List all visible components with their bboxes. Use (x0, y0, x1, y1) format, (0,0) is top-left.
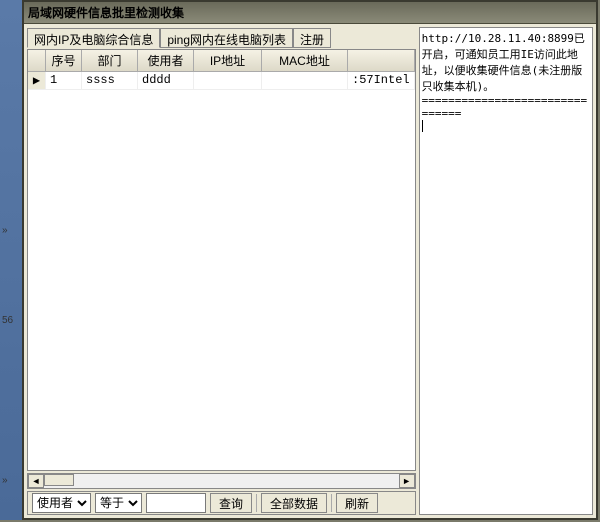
col-header-ip[interactable]: IP地址 (194, 50, 262, 71)
field-select[interactable]: 使用者 (32, 493, 91, 513)
tab-ip-info[interactable]: 网内IP及电脑综合信息 (27, 28, 160, 48)
col-header-mac[interactable]: MAC地址 (262, 50, 348, 71)
col-header-user[interactable]: 使用者 (138, 50, 194, 71)
text-cursor (422, 120, 423, 132)
tab-register[interactable]: 注册 (293, 28, 331, 48)
titlebar[interactable]: 局域网硬件信息批里检测收集 (24, 2, 596, 24)
scroll-right-icon[interactable]: ► (399, 474, 415, 488)
filter-toolbar: 使用者 等于 查询 全部数据 刷新 (27, 491, 416, 515)
window-title: 局域网硬件信息批里检测收集 (28, 4, 592, 21)
cell-extra[interactable]: :57Intel (348, 72, 415, 89)
horizontal-scrollbar[interactable]: ◄ ► (27, 473, 416, 489)
content-area: 网内IP及电脑综合信息 ping网内在线电脑列表 注册 序号 部门 使用者 IP… (24, 24, 596, 518)
col-header-dept[interactable]: 部门 (82, 50, 138, 71)
tab-strip: 网内IP及电脑综合信息 ping网内在线电脑列表 注册 (27, 27, 416, 47)
scroll-thumb[interactable] (44, 474, 74, 486)
grid-corner (28, 50, 46, 71)
cell-dept[interactable]: ssss (82, 72, 138, 89)
table-row[interactable]: ▶ 1 ssss dddd :57Intel (28, 72, 415, 90)
cell-ip[interactable] (194, 72, 262, 89)
right-panel: http://10.28.11.40:8899已开启，可通知员工用IE访问此地址… (419, 27, 593, 515)
main-window: 局域网硬件信息批里检测收集 网内IP及电脑综合信息 ping网内在线电脑列表 注… (22, 0, 598, 520)
scroll-track[interactable] (44, 474, 399, 488)
cell-user[interactable]: dddd (138, 72, 194, 89)
toolbar-divider (256, 494, 257, 512)
cell-mac[interactable] (262, 72, 348, 89)
cell-seq[interactable]: 1 (46, 72, 82, 89)
log-memo[interactable]: http://10.28.11.40:8899已开启，可通知员工用IE访问此地址… (419, 27, 593, 515)
row-indicator-icon: ▶ (28, 72, 46, 89)
memo-text: http://10.28.11.40:8899已开启，可通知员工用IE访问此地址… (422, 32, 588, 120)
filter-input[interactable] (146, 493, 206, 513)
left-sidebar-strip: » 56 » (0, 0, 22, 520)
col-header-seq[interactable]: 序号 (46, 50, 82, 71)
tab-ping-list[interactable]: ping网内在线电脑列表 (160, 28, 293, 48)
col-header-extra[interactable] (348, 50, 415, 71)
grid-header-row: 序号 部门 使用者 IP地址 MAC地址 (28, 50, 415, 72)
toolbar-divider-2 (331, 494, 332, 512)
strip-mark-3: » (2, 475, 8, 486)
grid-body[interactable]: ▶ 1 ssss dddd :57Intel (28, 72, 415, 470)
scroll-left-icon[interactable]: ◄ (28, 474, 44, 488)
left-panel: 网内IP及电脑综合信息 ping网内在线电脑列表 注册 序号 部门 使用者 IP… (27, 27, 416, 515)
query-button[interactable]: 查询 (210, 493, 252, 513)
operator-select[interactable]: 等于 (95, 493, 142, 513)
data-grid: 序号 部门 使用者 IP地址 MAC地址 ▶ 1 ssss dddd (27, 49, 416, 471)
strip-mark-1: » (2, 225, 8, 236)
strip-mark-2: 56 (2, 315, 13, 326)
all-data-button[interactable]: 全部数据 (261, 493, 327, 513)
refresh-button[interactable]: 刷新 (336, 493, 378, 513)
